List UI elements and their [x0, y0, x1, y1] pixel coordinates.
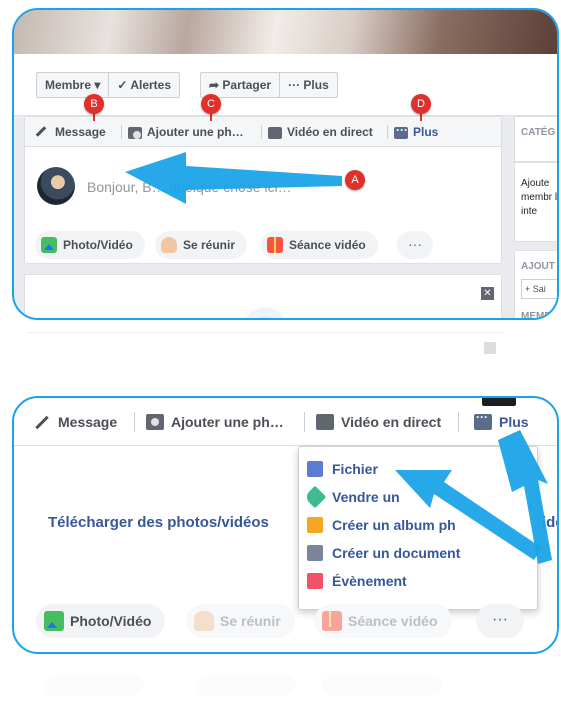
watch-party-button[interactable]: Séance vidéo	[261, 231, 378, 259]
more-actions-button[interactable]: ···	[397, 231, 433, 259]
add-member-input[interactable]: + Sai	[521, 279, 557, 299]
tab-add-photo[interactable]: Ajouter une ph…	[128, 125, 244, 139]
pencil-icon	[35, 126, 47, 137]
upload-videos-link-partial[interactable]: ide	[542, 514, 557, 531]
tab-message-large[interactable]: Message	[34, 414, 117, 430]
camera-icon	[146, 414, 164, 430]
calendar-icon	[307, 573, 323, 589]
loading-spinner-icon	[243, 307, 287, 318]
tooltip-pointer	[482, 398, 516, 406]
feed-card: ✕	[24, 274, 502, 318]
more-dots-icon	[394, 123, 408, 139]
about-text: Ajoute membr les inte	[521, 178, 558, 217]
menu-item-sell[interactable]: Vendre un	[303, 485, 400, 509]
meet-button[interactable]: Se réunir	[155, 231, 248, 259]
album-icon	[307, 517, 323, 533]
panel-reflection	[16, 322, 556, 382]
share-more-button-group: ➦ Partager ··· Plus	[200, 72, 338, 98]
composer-screenshot-top: Membre ▾ ✓ Alertes ➦ Partager ··· Plus M…	[12, 8, 559, 320]
upload-photos-link[interactable]: Télécharger des photos/vidéos	[48, 514, 269, 531]
member-alerts-button-group: Membre ▾ ✓ Alertes	[36, 72, 181, 98]
document-icon	[307, 545, 323, 561]
more-button[interactable]: ··· Plus	[288, 78, 329, 92]
menu-item-create-document[interactable]: Créer un document	[307, 541, 460, 565]
tab-more[interactable]: Plus	[394, 123, 438, 139]
category-box: CATÉG	[514, 116, 557, 162]
close-icon[interactable]: ✕	[481, 287, 494, 300]
composer-tabs: Message Ajouter une ph… Vidéo en direct …	[25, 117, 501, 147]
camera-icon	[128, 127, 142, 139]
annotation-badge-c: C	[201, 94, 221, 114]
video-camera-icon	[316, 414, 334, 430]
category-label: CATÉG	[521, 127, 556, 138]
cover-photo	[14, 10, 557, 54]
menu-item-file[interactable]: Fichier	[307, 457, 378, 481]
tab-live-video[interactable]: Vidéo en direct	[268, 125, 373, 139]
more-actions-button-large[interactable]: ···	[476, 604, 524, 638]
tag-icon	[303, 485, 327, 509]
more-dots-icon	[474, 410, 492, 430]
annotation-badge-d: D	[411, 94, 431, 114]
user-avatar	[37, 167, 75, 205]
panel-reflection-bottom	[16, 660, 556, 717]
share-button[interactable]: ➦ Partager	[209, 78, 271, 92]
watch-party-button-large[interactable]: Séance vidéo	[314, 604, 452, 638]
about-box: Ajoute membr les inte	[514, 162, 558, 242]
popcorn-icon	[267, 237, 283, 253]
right-column: CATÉG Ajoute membr les inte AJOUT + Sai …	[514, 116, 558, 320]
composer-tabs-large: Message Ajouter une ph… Vidéo en direct …	[14, 398, 557, 446]
photo-icon	[44, 611, 64, 631]
photo-video-button[interactable]: Photo/Vidéo	[35, 231, 145, 259]
pencil-icon	[35, 415, 49, 430]
menu-item-event[interactable]: Évènement	[307, 569, 407, 593]
annotation-badge-b: B	[84, 94, 104, 114]
photo-icon	[41, 237, 57, 253]
wave-hand-icon	[161, 237, 177, 253]
more-dropdown-menu: Fichier Vendre un Créer un album ph Crée…	[298, 446, 538, 610]
composer-prompt-input[interactable]: Bonjour, B… quelque chose ici…	[87, 179, 292, 195]
annotation-badge-a: A	[345, 170, 365, 190]
post-composer: Message Ajouter une ph… Vidéo en direct …	[24, 116, 502, 264]
menu-item-create-album[interactable]: Créer un album ph	[307, 513, 456, 537]
add-members-label: AJOUT	[521, 261, 555, 272]
tab-add-photo-large[interactable]: Ajouter une ph…	[146, 414, 284, 430]
composer-actions-large: Photo/Vidéo Se réunir Séance vidéo ···	[14, 598, 557, 652]
tab-message[interactable]: Message	[35, 125, 106, 139]
alerts-button[interactable]: ✓ Alertes	[117, 78, 171, 92]
tab-live-video-large[interactable]: Vidéo en direct	[316, 414, 441, 430]
members-label: MEMB	[521, 311, 552, 320]
member-button[interactable]: Membre ▾	[45, 78, 100, 92]
wave-hand-icon	[194, 611, 214, 631]
file-icon	[307, 461, 323, 477]
photo-video-button-large[interactable]: Photo/Vidéo	[36, 604, 166, 638]
tab-more-large[interactable]: Plus	[474, 410, 529, 430]
add-members-box: AJOUT + Sai MEMB	[514, 250, 557, 320]
video-camera-icon	[268, 127, 282, 139]
composer-screenshot-bottom: Message Ajouter une ph… Vidéo en direct …	[12, 396, 559, 654]
meet-button-large[interactable]: Se réunir	[186, 604, 295, 638]
popcorn-icon	[322, 611, 342, 631]
